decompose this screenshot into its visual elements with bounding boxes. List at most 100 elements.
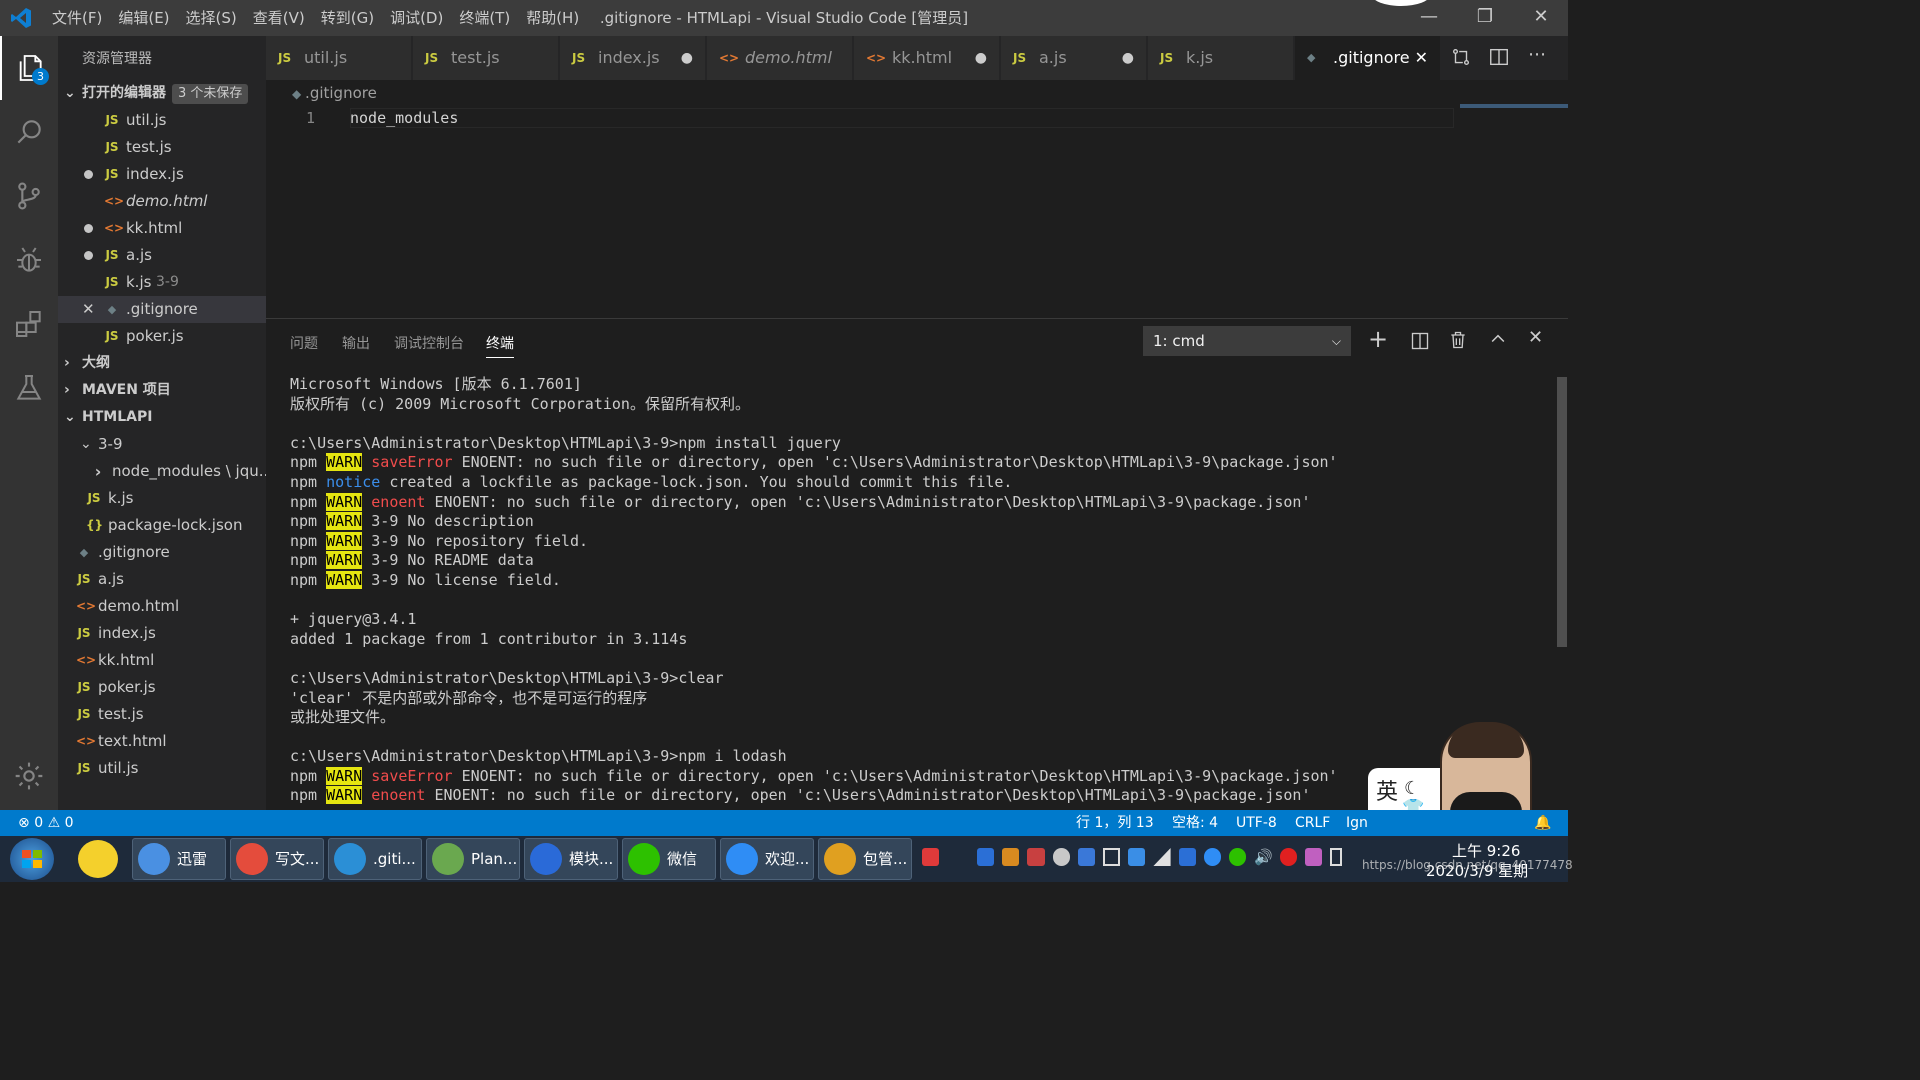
open-editor-item[interactable]: <> kk.html [58,215,266,242]
close-editor-icon[interactable]: ✕ [82,296,95,323]
project-file-item[interactable]: <> demo.html [58,593,266,620]
open-editor-item[interactable]: JS k.js 3-9 [58,269,266,296]
panel-tab[interactable]: 输出 [342,333,370,353]
wechat-tray-icon[interactable] [1228,848,1247,866]
calendar-tray-icon[interactable] [1027,848,1045,866]
open-editor-item[interactable]: <> demo.html [58,188,266,215]
menu-item[interactable]: 编辑(E) [110,0,177,36]
thermometer-tray-icon[interactable] [1052,848,1070,866]
open-editor-item[interactable]: JS index.js [58,161,266,188]
menu-item[interactable]: 文件(F) [44,0,110,36]
open-changes-button[interactable] [1450,46,1474,70]
language-mode[interactable]: Ign [1346,810,1368,836]
menu-item[interactable]: 调试(D) [382,0,451,36]
taskbar-app[interactable]: .giti... [328,838,422,880]
notifications-bell-icon[interactable]: 🔔 [1534,810,1551,836]
open-editor-item[interactable]: JS poker.js [58,323,266,350]
manage-settings-button[interactable] [0,744,58,808]
panel-tab[interactable]: 调试控制台 [394,333,464,353]
extensions-view-button[interactable] [0,292,58,356]
panel-tab[interactable]: 终端 [486,333,514,358]
taskbar-app[interactable]: 模块... [524,838,618,880]
maven-header[interactable]: › MAVEN 项目 [58,377,266,404]
test-view-button[interactable] [0,356,58,420]
new-terminal-icon[interactable]: + [1368,325,1388,353]
project-file-item[interactable]: JS a.js [58,566,266,593]
xunlei-tray-icon[interactable] [1128,848,1146,866]
open-editors-header[interactable]: ⌄ 打开的编辑器 3 个未保存 [58,80,266,107]
menu-item[interactable]: 查看(V) [245,0,313,36]
volume-icon[interactable]: 🔊 [1254,848,1273,866]
battery-icon[interactable] [1330,848,1342,866]
panel-tab[interactable]: 问题 [290,333,318,353]
network-tray-icon[interactable] [1077,848,1095,866]
explorer-view-button[interactable]: 3 [0,36,58,100]
more-actions-icon[interactable]: ⋯ [1528,44,1546,65]
maximize-panel-icon[interactable] [1488,329,1508,353]
terminal-output[interactable]: Microsoft Windows [版本 6.1.7601] 版权所有 (c) … [290,375,1338,806]
source-control-view-button[interactable] [0,164,58,228]
editor-tab[interactable]: JS test.js [413,36,559,80]
open-editor-item[interactable]: JS test.js [58,134,266,161]
baidu-tray-icon[interactable] [1203,848,1221,866]
project-file-item[interactable]: ◆ .gitignore [58,539,266,566]
sogou-tray-icon[interactable] [922,848,940,866]
open-editor-item[interactable]: JS util.js [58,107,266,134]
folder-child-item[interactable]: {} package-lock.json [58,512,266,539]
tray-app-icon-4[interactable] [1305,848,1323,866]
open-editor-item[interactable]: JS a.js [58,242,266,269]
project-file-item[interactable]: JS index.js [58,620,266,647]
project-file-item[interactable]: JS test.js [58,701,266,728]
terminal-scrollbar[interactable] [1557,377,1567,647]
outline-header[interactable]: › 大纲 [58,350,266,377]
taskbar-app[interactable]: 微信 [622,838,716,880]
taskbar-app[interactable]: 写文... [230,838,324,880]
search-view-button[interactable] [0,100,58,164]
editor-tab[interactable]: JS a.js ● [1001,36,1147,80]
menu-item[interactable]: 选择(S) [178,0,245,36]
maximize-button[interactable]: ❐ [1462,0,1508,36]
start-button[interactable] [10,838,54,880]
music-app-icon[interactable] [78,840,118,878]
editor-area[interactable]: ◆ .gitignore 1 node_modules [266,80,1568,318]
trash-icon[interactable] [1448,330,1468,354]
folder-child-item[interactable]: › node_modules \ jqu... [58,458,266,485]
taskbar-app[interactable]: 迅雷 [132,838,226,880]
editor-tab[interactable]: <> kk.html ● [854,36,1000,80]
menu-item[interactable]: 帮助(H) [518,0,587,36]
tray-app-icon-1[interactable] [977,848,995,866]
indentation[interactable]: 空格: 4 [1172,810,1218,836]
folder-item[interactable]: ⌄ 3-9 [58,431,266,458]
project-file-item[interactable]: <> kk.html [58,647,266,674]
code-line[interactable]: node_modules [350,109,458,127]
open-editor-item[interactable]: ✕ ◆ .gitignore [58,296,266,323]
tray-app-icon-2[interactable] [1002,848,1020,866]
terminal-select[interactable]: 1: cmd ⌵ [1143,326,1351,356]
editor-tab[interactable]: <> demo.html [707,36,853,80]
editor-tab[interactable]: ◆ .gitignore ✕ [1295,36,1441,80]
editor-tab[interactable]: JS util.js [266,36,412,80]
close-button[interactable]: ✕ [1518,0,1564,36]
window-tray-icon[interactable] [1102,848,1121,866]
minimize-button[interactable]: — [1406,0,1452,36]
menu-item[interactable]: 转到(G) [313,0,382,36]
taskbar-app[interactable]: 包管... [818,838,912,880]
close-panel-icon[interactable]: ✕ [1528,327,1543,348]
folder-child-item[interactable]: JS k.js [58,485,266,512]
problems-indicator[interactable]: ⊗ 0 ⚠ 0 [18,810,74,836]
split-editor-button[interactable] [1488,46,1512,70]
tray-app-icon-3[interactable] [1280,848,1298,866]
line-ending[interactable]: CRLF [1295,810,1330,836]
project-file-item[interactable]: JS poker.js [58,674,266,701]
editor-tab[interactable]: JS k.js [1148,36,1294,80]
taskbar-app[interactable]: Plan... [426,838,520,880]
menu-item[interactable]: 终端(T) [451,0,518,36]
close-tab-icon[interactable]: ✕ [1415,36,1428,80]
encoding[interactable]: UTF-8 [1236,810,1277,836]
project-file-item[interactable]: <> text.html [58,728,266,755]
taskbar-app[interactable]: 欢迎... [720,838,814,880]
breadcrumb[interactable]: ◆ .gitignore [292,84,377,102]
debug-view-button[interactable] [0,228,58,292]
project-file-item[interactable]: JS util.js [58,755,266,782]
translate-tray-icon[interactable] [1178,848,1196,866]
